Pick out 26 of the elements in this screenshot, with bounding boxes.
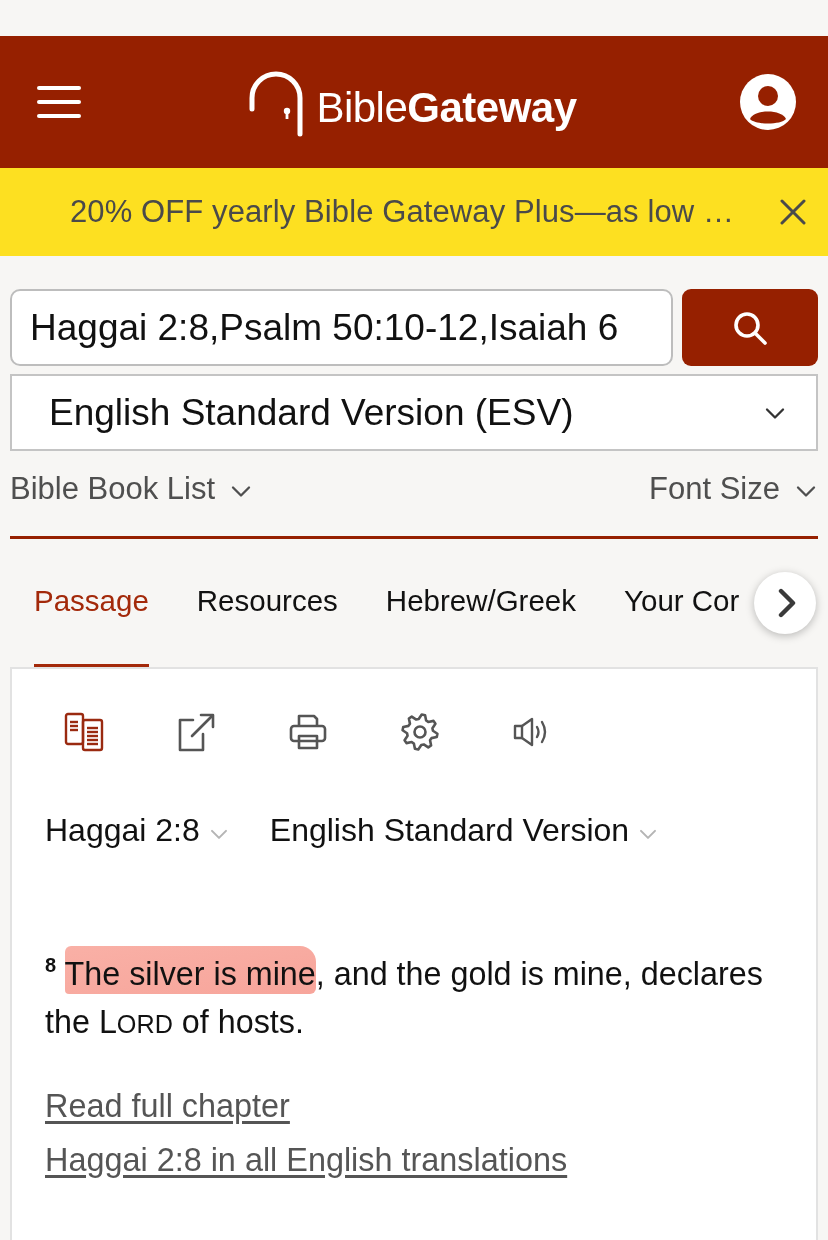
search-icon [732, 309, 768, 346]
chevron-right-icon [776, 588, 797, 618]
chevron-down-icon [794, 483, 818, 499]
share-icon[interactable] [176, 712, 216, 752]
search-field[interactable]: Haggai 2:8,Psalm 50:10-12,Isaiah 6 [10, 289, 673, 366]
logo-text: BibleGateway [316, 83, 577, 133]
two-pages-icon[interactable] [64, 712, 104, 752]
settings-icon[interactable] [400, 712, 440, 752]
tab[interactable]: Hebrew/Greek [385, 539, 576, 667]
book-list-dropdown[interactable]: Bible Book List [10, 471, 254, 507]
promo-link[interactable]: 20% OFF yearly Bible Gateway Plus—as low … [70, 194, 735, 230]
tab[interactable]: Resources [196, 539, 338, 667]
printer-icon[interactable] [288, 712, 328, 752]
account-icon[interactable] [740, 74, 796, 130]
read-chapter-link[interactable]: Read full chapter [45, 1079, 290, 1133]
passage-reference-dropdown[interactable]: Haggai 2:8 [45, 810, 230, 850]
scroll-right-button[interactable] [754, 572, 816, 634]
search-button[interactable] [682, 289, 818, 366]
version-dropdown[interactable]: English Standard Version [269, 810, 660, 850]
version-select[interactable]: English Standard Version (ESV) [10, 374, 818, 451]
tab[interactable]: Your Cor [624, 539, 740, 667]
all-translations-link[interactable]: Haggai 2:8 in all English translations [45, 1133, 568, 1187]
arch-logo-icon [248, 71, 305, 137]
font-size-dropdown[interactable]: Font Size [649, 471, 818, 507]
menu-icon[interactable] [37, 86, 81, 118]
close-icon[interactable] [780, 199, 806, 225]
